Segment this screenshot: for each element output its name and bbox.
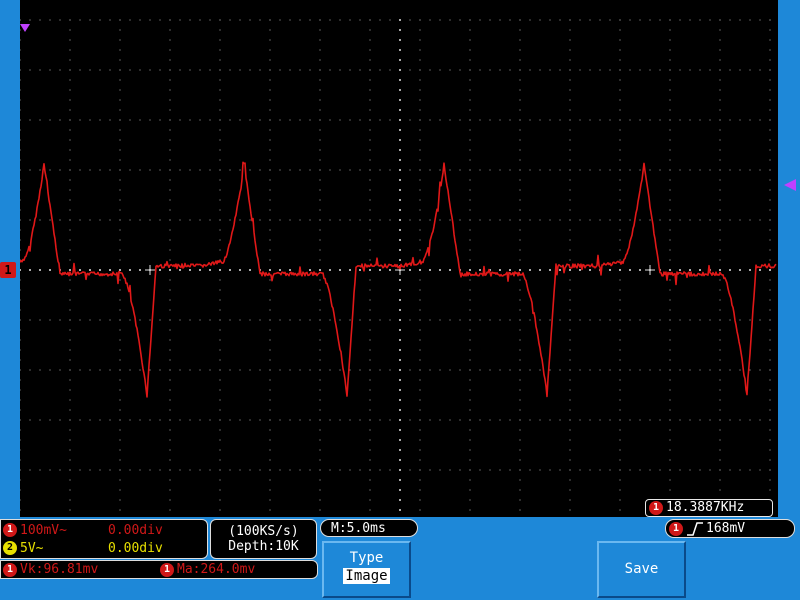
trigger-level-icon [784, 179, 796, 191]
ch2-scale: 5V~ [20, 540, 44, 556]
ch1-badge-icon: 1 [160, 562, 174, 577]
rising-edge-icon [687, 521, 703, 536]
measure-vk: Vk:96.81mv [20, 562, 99, 577]
ch1-scale-row[interactable]: 1 100mV~ 0.00div [3, 521, 205, 539]
waveform-display [20, 19, 777, 511]
sample-rate: (100KS/s) [228, 524, 299, 539]
ch1-offset: 0.00div [108, 522, 163, 538]
scope-screen [20, 0, 778, 517]
type-button-label: Type [349, 550, 384, 566]
ch1-badge-icon: 1 [649, 501, 663, 515]
frequency-value: 18.3887KHz [666, 500, 745, 515]
ch1-badge-icon: 1 [669, 521, 683, 536]
measure-ma: Ma:264.0mv [177, 562, 256, 577]
trigger-box[interactable]: 1 168mV [665, 519, 795, 538]
ch1-ground-marker[interactable]: 1 [0, 262, 16, 278]
type-button[interactable]: Type Image [322, 541, 411, 598]
ch2-offset: 0.00div [108, 540, 163, 556]
ch1-waveform [20, 161, 777, 398]
memory-depth: Depth:10K [228, 539, 299, 554]
ch1-scale: 100mV~ [20, 522, 67, 538]
right-side-bar [778, 0, 800, 517]
trigger-position-icon [20, 24, 30, 32]
ch1-badge-icon: 1 [3, 562, 17, 577]
status-panel: 1 100mV~ 0.00div 2 5V~ 0.00div (100KS/s)… [0, 517, 800, 600]
left-side-bar [0, 0, 20, 517]
acquisition-box: (100KS/s) Depth:10K [210, 519, 317, 559]
timebase-box[interactable]: M:5.0ms [320, 519, 418, 537]
timebase-value: M:5.0ms [331, 520, 386, 536]
type-button-value: Image [343, 568, 390, 584]
ch1-badge-icon: 1 [3, 523, 17, 537]
measurement-box: 1 Vk:96.81mv 1 Ma:264.0mv [0, 560, 318, 579]
ch2-badge-icon: 2 [3, 541, 17, 555]
channel-scale-box: 1 100mV~ 0.00div 2 5V~ 0.00div [0, 519, 208, 559]
ch2-scale-row[interactable]: 2 5V~ 0.00div [3, 539, 205, 557]
trigger-level-value: 168mV [706, 521, 746, 536]
save-button[interactable]: Save [597, 541, 686, 598]
frequency-readout: 1 18.3887KHz [645, 499, 773, 517]
